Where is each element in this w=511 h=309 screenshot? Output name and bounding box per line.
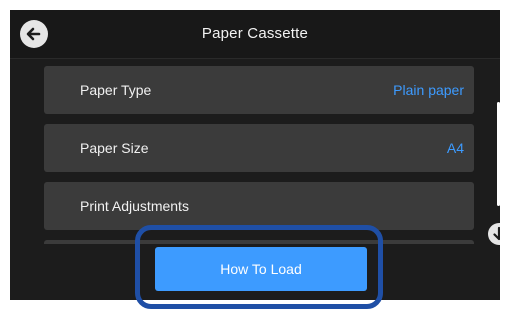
scroll-down-button[interactable] (488, 223, 500, 245)
menu-item-paper-size[interactable]: Paper Size A4 (44, 124, 474, 172)
menu-item-print-adjustments[interactable]: Print Adjustments (44, 182, 474, 230)
menu-item-value: Plain paper (393, 82, 464, 98)
scrollbar[interactable] (497, 102, 500, 206)
menu-item-label: Paper Type (80, 82, 152, 98)
settings-list: Paper Type Plain paper Paper Size A4 Pri… (44, 66, 474, 244)
menu-item-value: A4 (446, 140, 464, 156)
menu-item-paper-type[interactable]: Paper Type Plain paper (44, 66, 474, 114)
page-title: Paper Cassette (201, 25, 309, 42)
header-bar: Paper Cassette (10, 10, 500, 59)
how-to-load-button[interactable]: How To Load (155, 247, 367, 291)
menu-item-label: Print Adjustments (80, 198, 189, 214)
menu-item-label: Paper Size (80, 140, 149, 156)
arrow-down-icon (493, 226, 500, 241)
